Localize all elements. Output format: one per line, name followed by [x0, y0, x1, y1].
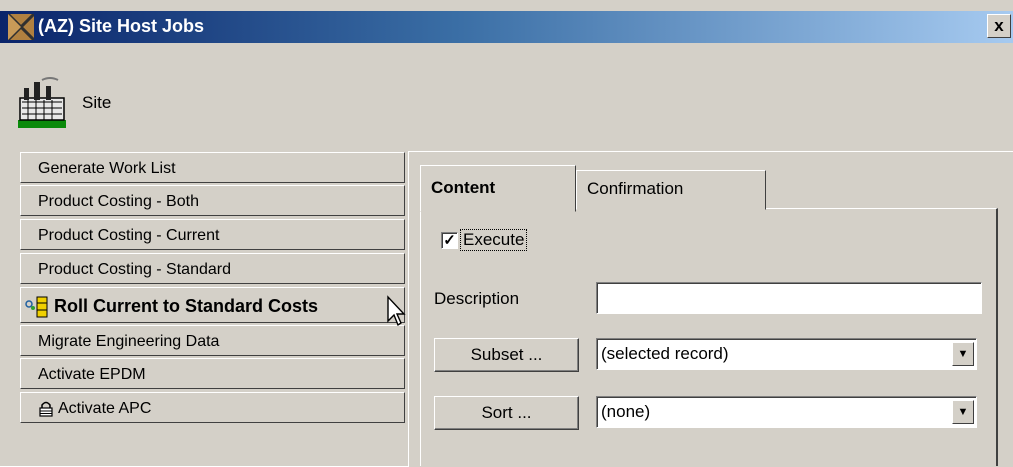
window-title: (AZ) Site Host Jobs	[38, 16, 205, 36]
job-label: Product Costing - Both	[38, 193, 199, 210]
job-label: Product Costing - Standard	[38, 261, 231, 278]
job-migrate-engineering-data[interactable]: Migrate Engineering Data	[20, 325, 405, 356]
job-label: Activate APC	[58, 400, 152, 417]
sort-select[interactable]: (none) ▼	[596, 396, 977, 428]
job-label: Product Costing - Current	[38, 227, 220, 244]
site-host-jobs-window: (AZ) Site Host Jobs x Site Generate Work…	[0, 0, 1013, 467]
job-activate-epdm[interactable]: Activate EPDM	[20, 358, 405, 389]
lock-icon	[39, 401, 53, 417]
chevron-down-icon[interactable]: ▼	[952, 400, 974, 424]
app-icon	[8, 14, 34, 40]
tab-content[interactable]: Content	[420, 165, 576, 212]
job-product-costing-both[interactable]: Product Costing - Both	[20, 185, 405, 216]
tab-label: Content	[431, 178, 496, 197]
job-product-costing-current[interactable]: Product Costing - Current	[20, 219, 405, 250]
job-label: Migrate Engineering Data	[38, 333, 220, 350]
job-activate-apc[interactable]: Activate APC	[20, 392, 405, 423]
tab-confirmation[interactable]: Confirmation	[576, 170, 766, 210]
description-label: Description	[434, 289, 520, 308]
job-roll-current-to-standard-costs[interactable]: Roll Current to Standard Costs	[20, 287, 405, 323]
job-label: Activate EPDM	[38, 366, 146, 383]
job-product-costing-standard[interactable]: Product Costing - Standard	[20, 253, 405, 284]
factory-icon	[18, 77, 66, 128]
execute-label[interactable]: Execute	[460, 229, 528, 251]
traffic-light-icon	[25, 296, 48, 318]
job-label: Generate Work List	[38, 160, 176, 177]
subset-select[interactable]: (selected record) ▼	[596, 338, 977, 370]
sort-value: (none)	[601, 402, 651, 421]
subset-button[interactable]: Subset ...	[434, 338, 579, 372]
tab-label: Confirmation	[587, 179, 684, 198]
description-field[interactable]	[596, 282, 982, 314]
mouse-pointer-icon	[387, 295, 406, 327]
execute-checkbox[interactable]: ✓	[441, 232, 458, 249]
site-label: Site	[82, 93, 112, 112]
job-label: Roll Current to Standard Costs	[54, 296, 319, 316]
job-generate-work-list[interactable]: Generate Work List	[20, 152, 405, 183]
subset-value: (selected record)	[601, 344, 729, 363]
close-button[interactable]: x	[987, 14, 1011, 38]
title-bar: (AZ) Site Host Jobs x	[0, 11, 1013, 43]
chevron-down-icon[interactable]: ▼	[952, 342, 974, 366]
sort-button[interactable]: Sort ...	[434, 396, 579, 430]
